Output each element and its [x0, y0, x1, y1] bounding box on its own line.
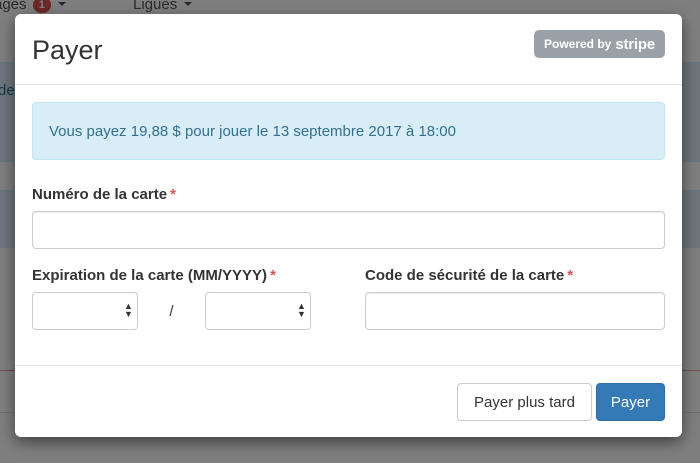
security-code-label: Code de sécurité de la carte * [365, 267, 665, 284]
modal-body: Vous payez 19,88 $ pour jouer le 13 sept… [32, 86, 665, 330]
card-number-label-text: Numéro de la carte [32, 186, 168, 203]
alert-text: Vous payez 19,88 $ pour jouer le 13 sept… [49, 122, 456, 140]
stripe-logo: stripe [615, 35, 655, 53]
expiry-label-text: Expiration de la carte (MM/YYYY) [32, 267, 268, 284]
badge-prefix: Powered by [543, 37, 612, 51]
pay-later-button[interactable]: Payer plus tard [457, 383, 592, 421]
expiry-month-select[interactable]: ▲ ▼ [32, 292, 138, 330]
security-code-input[interactable] [365, 292, 665, 330]
card-number-label: Numéro de la carte * [32, 186, 665, 203]
payment-info-alert: Vous payez 19,88 $ pour jouer le 13 sept… [32, 102, 665, 160]
required-marker: * [170, 186, 176, 203]
security-code-label-text: Code de sécurité de la carte [365, 267, 565, 284]
select-arrows-icon: ▲ ▼ [297, 301, 306, 319]
expiry-label: Expiration de la carte (MM/YYYY) * [32, 267, 365, 284]
expiry-security-row: Expiration de la carte (MM/YYYY) * ▲ ▼ / ▲… [32, 267, 665, 330]
powered-by-stripe-badge[interactable]: Powered by stripe [533, 30, 665, 58]
modal-footer: Payer plus tard Payer [15, 365, 682, 437]
security-code-column: Code de sécurité de la carte * [365, 267, 665, 330]
expiry-inputs: ▲ ▼ / ▲ ▼ [32, 292, 365, 330]
card-number-input[interactable] [32, 211, 665, 249]
expiry-year-select[interactable]: ▲ ▼ [205, 292, 311, 330]
expiry-column: Expiration de la carte (MM/YYYY) * ▲ ▼ / ▲… [32, 267, 365, 330]
payment-modal: Payer Powered by stripe Vous payez 19,88… [15, 14, 682, 437]
required-marker: * [270, 267, 276, 284]
select-arrows-icon: ▲ ▼ [124, 301, 133, 319]
modal-title: Payer [32, 35, 103, 65]
expiry-separator: / [169, 302, 174, 320]
required-marker: * [567, 267, 574, 284]
modal-header: Payer Powered by stripe [15, 14, 682, 85]
pay-button[interactable]: Payer [596, 383, 665, 421]
